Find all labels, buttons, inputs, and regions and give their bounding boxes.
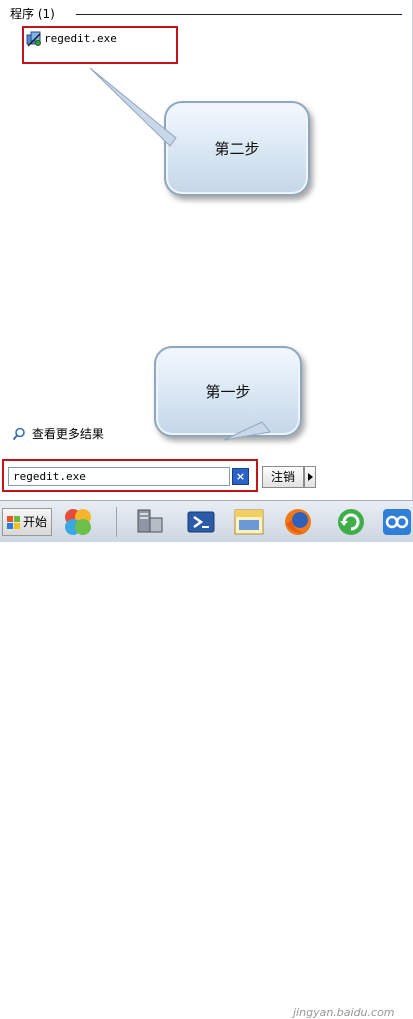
- taskbar-separator: [116, 507, 117, 537]
- file-explorer-icon[interactable]: [233, 506, 265, 538]
- start-label: 开始: [23, 515, 48, 529]
- powershell-icon[interactable]: [185, 506, 217, 538]
- programs-header-label: 程序 (1): [10, 7, 55, 21]
- app-icon[interactable]: [381, 506, 413, 538]
- result-item-regedit[interactable]: regedit.exe: [22, 26, 178, 64]
- header-divider: [76, 14, 402, 15]
- start-button[interactable]: 开始: [2, 508, 52, 536]
- result-item-label: regedit.exe: [44, 32, 117, 45]
- see-more-results-link[interactable]: 查看更多结果: [12, 425, 104, 443]
- regedit-icon: [26, 31, 41, 47]
- search-input[interactable]: [8, 467, 230, 486]
- callout-step-one-text: 第一步: [205, 383, 251, 401]
- clear-search-button[interactable]: ×: [232, 468, 249, 485]
- windows-logo-icon: [7, 516, 20, 529]
- server-manager-icon[interactable]: [134, 506, 166, 538]
- start-menu: 程序 (1) regedit.exe 第二步 第一步 查看更多结果 × 注销: [0, 0, 413, 500]
- callout-step-one: 第一步: [154, 346, 302, 437]
- watermark-text: jingyan.baidu.com: [293, 1006, 395, 1019]
- refresh-icon[interactable]: [335, 506, 367, 538]
- callout-step-two-text: 第二步: [214, 140, 260, 158]
- taskbar: 开始 jingyan.baidu.com: [0, 500, 413, 1019]
- shutdown-options-arrow[interactable]: [304, 466, 316, 488]
- programs-section-header: 程序 (1): [10, 6, 406, 24]
- search-icon: [12, 427, 25, 440]
- see-more-results-label: 查看更多结果: [31, 427, 104, 441]
- callout-step-two: 第二步: [164, 101, 310, 196]
- logoff-button[interactable]: 注销: [262, 466, 304, 488]
- app-ball-icon[interactable]: [62, 506, 94, 538]
- firefox-icon[interactable]: [282, 506, 314, 538]
